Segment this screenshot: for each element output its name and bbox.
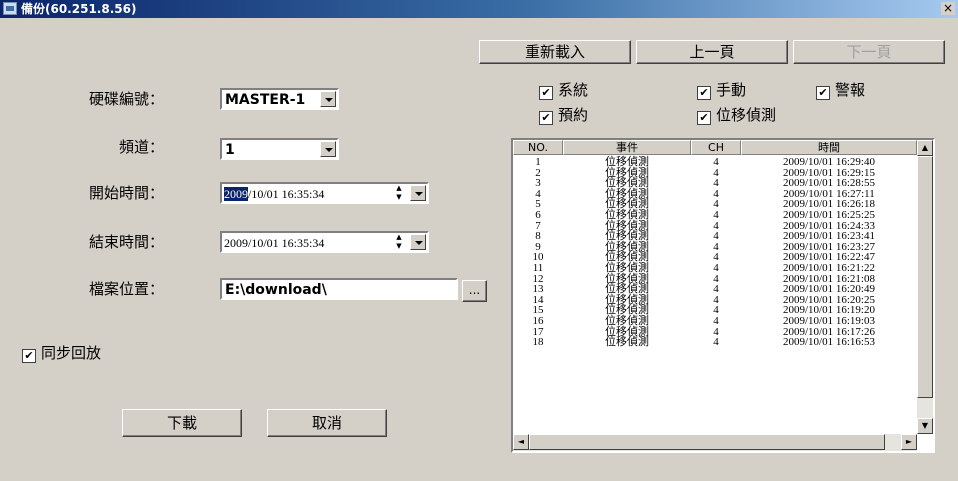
scroll-right-icon[interactable]: ► xyxy=(901,434,917,450)
cancel-button[interactable]: 取消 xyxy=(267,409,387,437)
row-no: 18 xyxy=(532,336,544,349)
path-value: E:\download\ xyxy=(225,282,327,298)
scroll-thumb-horizontal[interactable] xyxy=(529,434,885,450)
window-title: 備份(60.251.8.56) xyxy=(21,2,137,16)
scroll-left-icon[interactable]: ◄ xyxy=(513,434,529,450)
reload-button[interactable]: 重新載入 xyxy=(479,40,631,64)
row-time: 2009/10/01 16:16:53 xyxy=(783,336,875,349)
path-input[interactable]: E:\download\ xyxy=(220,278,458,300)
filter-system-checkbox[interactable]: ✔ 系統 xyxy=(539,81,588,100)
scroll-thumb[interactable] xyxy=(917,156,933,398)
disk-value: MASTER-1 xyxy=(225,92,306,108)
channel-select[interactable]: 1 xyxy=(220,138,339,160)
filter-schedule-label: 預約 xyxy=(558,106,589,124)
check-icon: ✔ xyxy=(539,111,553,125)
scroll-down-icon[interactable]: ▼ xyxy=(917,418,933,434)
column-header-ch[interactable]: CH xyxy=(691,140,741,155)
end-time-label: 結束時間： xyxy=(88,233,164,251)
disk-label: 硬碟編號： xyxy=(88,90,164,108)
channel-value: 1 xyxy=(225,142,235,158)
end-time-picker[interactable]: 2009/10/01 16:35:34 ▲ ▼ xyxy=(220,231,429,253)
chevron-down-icon[interactable] xyxy=(410,185,426,201)
browse-button[interactable]: ... xyxy=(462,280,487,302)
prev-page-button[interactable]: 上一頁 xyxy=(636,40,788,64)
channel-label: 頻道： xyxy=(118,138,164,156)
start-time-value[interactable]: 2009/10/01 16:35:34 xyxy=(224,187,324,202)
chevron-down-icon[interactable] xyxy=(320,91,336,107)
check-icon: ✔ xyxy=(22,349,36,363)
close-icon[interactable]: × xyxy=(941,2,955,15)
check-icon: ✔ xyxy=(539,86,553,100)
filter-manual-label: 手動 xyxy=(716,81,747,99)
end-time-spinner[interactable]: ▲ ▼ xyxy=(391,233,407,251)
app-icon xyxy=(3,2,17,15)
start-time-label: 開始時間： xyxy=(88,184,164,202)
filter-schedule-checkbox[interactable]: ✔ 預約 xyxy=(539,106,588,125)
check-icon: ✔ xyxy=(697,111,711,125)
row-event: 位移偵測 xyxy=(605,336,649,349)
start-time-rest: /10/01 16:35:34 xyxy=(248,187,325,201)
spin-down-icon[interactable]: ▼ xyxy=(391,193,407,202)
next-page-button[interactable]: 下一頁 xyxy=(793,40,945,64)
spin-down-icon[interactable]: ▼ xyxy=(391,242,407,251)
event-list[interactable]: NO. 事件 CH 時間 1 位移偵測 4 2009/10/01 16:29:40 2 位… xyxy=(511,138,935,453)
start-time-spinner[interactable]: ▲ ▼ xyxy=(391,184,407,202)
check-icon: ✔ xyxy=(697,86,711,100)
filter-motion-label: 位移偵測 xyxy=(716,106,777,124)
start-time-year: 2009 xyxy=(224,187,248,201)
column-header-no[interactable]: NO. xyxy=(513,140,563,155)
sync-playback-checkbox[interactable]: ✔ 同步回放 xyxy=(22,344,101,363)
filter-system-label: 系統 xyxy=(558,81,589,99)
disk-select[interactable]: MASTER-1 xyxy=(220,88,339,110)
download-button[interactable]: 下載 xyxy=(122,409,242,437)
scroll-up-icon[interactable]: ▲ xyxy=(917,140,933,156)
horizontal-scrollbar[interactable]: ◄ ► xyxy=(513,434,917,451)
filter-manual-checkbox[interactable]: ✔ 手動 xyxy=(697,81,746,100)
check-icon: ✔ xyxy=(816,86,830,100)
row-ch: 4 xyxy=(713,336,719,349)
column-header-event[interactable]: 事件 xyxy=(563,140,691,155)
filter-motion-checkbox[interactable]: ✔ 位移偵測 xyxy=(697,106,776,125)
filter-alarm-label: 警報 xyxy=(835,81,866,99)
chevron-down-icon[interactable] xyxy=(320,141,336,157)
filter-alarm-checkbox[interactable]: ✔ 警報 xyxy=(816,81,865,100)
spin-up-icon[interactable]: ▲ xyxy=(391,184,407,193)
chevron-down-icon[interactable] xyxy=(410,234,426,250)
end-time-value[interactable]: 2009/10/01 16:35:34 xyxy=(224,236,324,251)
column-header-time[interactable]: 時間 xyxy=(741,140,917,155)
list-header: NO. 事件 CH 時間 xyxy=(513,140,917,155)
sync-playback-label: 同步回放 xyxy=(41,344,102,362)
path-label: 檔案位置： xyxy=(88,280,164,298)
start-time-picker[interactable]: 2009/10/01 16:35:34 ▲ ▼ xyxy=(220,182,429,204)
spin-up-icon[interactable]: ▲ xyxy=(391,233,407,242)
vertical-scrollbar[interactable]: ▲ ▼ xyxy=(917,140,933,434)
title-bar: 備份(60.251.8.56) × xyxy=(0,0,958,18)
table-row[interactable]: 18 位移偵測 4 2009/10/01 16:16:53 xyxy=(513,337,917,348)
